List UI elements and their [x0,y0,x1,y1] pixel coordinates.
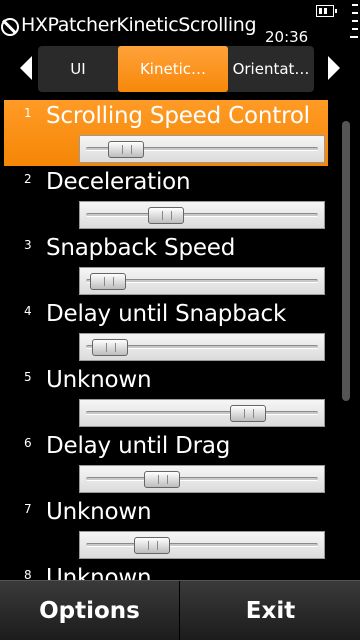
slider-handle[interactable] [108,141,144,158]
slider-handle[interactable] [92,339,128,356]
item-label: Delay until Snapback [46,301,287,327]
signal-icon [348,0,358,46]
slider-handle[interactable] [144,471,180,488]
unknown-slider[interactable] [79,399,325,427]
list-item[interactable]: 8 Unknown [4,562,328,580]
clock: 20:36 [265,28,309,46]
app-title: HXPatcherKineticScrolling [21,14,257,36]
slider-handle[interactable] [134,537,170,554]
item-label: Snapback Speed [46,235,236,261]
item-label: Unknown [46,565,152,580]
item-number: 8 [24,568,32,580]
tab-strip: UI Kinetic… Orientat… [38,46,314,92]
item-label: Scrolling Speed Control [46,103,310,129]
list-item[interactable]: 2 Deceleration [4,166,328,232]
item-number: 5 [24,370,32,384]
item-label: Deceleration [46,169,191,195]
scrollbar[interactable] [342,121,350,401]
item-number: 4 [24,304,32,318]
deceleration-slider[interactable] [79,201,325,229]
tab-scroll-left-icon[interactable] [20,56,32,80]
tab-bar: UI Kinetic… Orientat… [0,46,360,92]
list-item[interactable]: 3 Snapback Speed [4,232,328,298]
options-button[interactable]: Options [0,581,179,640]
slider-handle[interactable] [230,405,266,422]
tab-orientation[interactable]: Orientat… [228,46,314,92]
list-item[interactable]: 7 Unknown [4,496,328,562]
scrolling-speed-slider[interactable] [79,135,325,163]
snapback-speed-slider[interactable] [79,267,325,295]
battery-icon [316,5,337,17]
list-item[interactable]: 5 Unknown [4,364,328,430]
exit-button[interactable]: Exit [181,581,360,640]
softkey-bar: Options Exit [0,580,360,640]
tab-kinetic[interactable]: Kinetic… [118,46,228,92]
tab-scroll-right-icon[interactable] [328,56,340,80]
settings-list: 1 Scrolling Speed Control 2 Deceleration… [0,100,340,580]
item-number: 2 [24,172,32,186]
item-number: 1 [24,106,32,120]
softkey-divider [179,581,180,640]
tab-ui[interactable]: UI [38,46,118,92]
no-entry-icon [1,18,19,36]
item-label: Delay until Drag [46,433,231,459]
item-label: Unknown [46,367,152,393]
delay-until-drag-slider[interactable] [79,465,325,493]
list-item[interactable]: 6 Delay until Drag [4,430,328,496]
item-number: 3 [24,238,32,252]
item-label: Unknown [46,499,152,525]
slider-handle[interactable] [148,207,184,224]
list-item[interactable]: 1 Scrolling Speed Control [4,100,328,166]
item-number: 6 [24,436,32,450]
status-bar: HXPatcherKineticScrolling 20:36 [0,0,360,46]
slider-handle[interactable] [90,273,126,290]
delay-until-snapback-slider[interactable] [79,333,325,361]
list-item[interactable]: 4 Delay until Snapback [4,298,328,364]
item-number: 7 [24,502,32,516]
unknown-slider[interactable] [79,531,325,559]
